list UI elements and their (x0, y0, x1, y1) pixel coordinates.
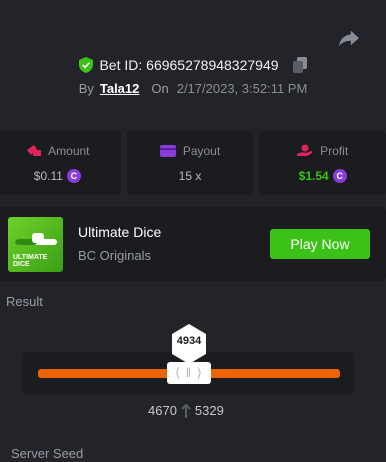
on-label: On (151, 81, 169, 96)
stat-profit-label: Profit (320, 143, 349, 158)
range-low: 4670 (148, 403, 177, 418)
coin-icon: C (66, 168, 81, 183)
stat-amount-value: $0.11 (33, 168, 63, 183)
thumb-knob (32, 233, 44, 243)
server-seed-label: Server Seed (11, 446, 84, 461)
stat-amount-label: Amount (48, 143, 90, 158)
result-label: Result (6, 294, 43, 309)
bet-id-text: Bet ID: 66965278948327949 (99, 57, 279, 73)
slider-handle[interactable]: ⟨ ǁ ⟩ (167, 362, 211, 384)
play-now-button[interactable]: Play Now (270, 229, 370, 259)
stat-profit: Profit $1.54 C (259, 131, 386, 195)
bet-date: 2/17/2023, 3:52:11 PM (176, 81, 308, 96)
stat-payout-value: 15 x (178, 168, 202, 183)
coin-icon: C (332, 168, 347, 183)
stat-amount: Amount $0.11 C (0, 131, 121, 195)
game-thumbnail[interactable]: ULTIMATE DICE (8, 217, 63, 272)
roll-value: 4934 (176, 335, 202, 347)
verified-shield-icon (79, 57, 94, 73)
money-bag-icon (27, 145, 42, 156)
stat-payout-label: Payout (182, 143, 221, 158)
bet-meta-row: By Tala12 On 2/17/2023, 3:52:11 PM (0, 81, 386, 96)
hand-coin-icon (297, 144, 313, 156)
range-high: 5329 (194, 403, 224, 418)
arrow-up-icon (181, 403, 191, 418)
user-link[interactable]: Tala12 (100, 81, 140, 96)
stats-row: Amount $0.11 C Payout 15 x Profit $1.54 … (0, 131, 386, 195)
copy-icon[interactable] (292, 57, 307, 73)
bet-id-row: Bet ID: 66965278948327949 (0, 57, 386, 73)
game-subtitle: BC Originals (78, 248, 151, 263)
wallet-icon (159, 145, 176, 157)
share-icon[interactable] (338, 28, 360, 48)
game-title: Ultimate Dice (78, 224, 162, 240)
roll-range: 4670 5329 (148, 403, 224, 418)
game-card: ULTIMATE DICE Ultimate Dice BC Originals… (0, 207, 386, 281)
by-label: By (78, 81, 94, 96)
stat-profit-value: $1.54 (298, 168, 329, 183)
stat-payout: Payout 15 x (126, 131, 254, 195)
thumb-text: ULTIMATE DICE (13, 254, 48, 268)
